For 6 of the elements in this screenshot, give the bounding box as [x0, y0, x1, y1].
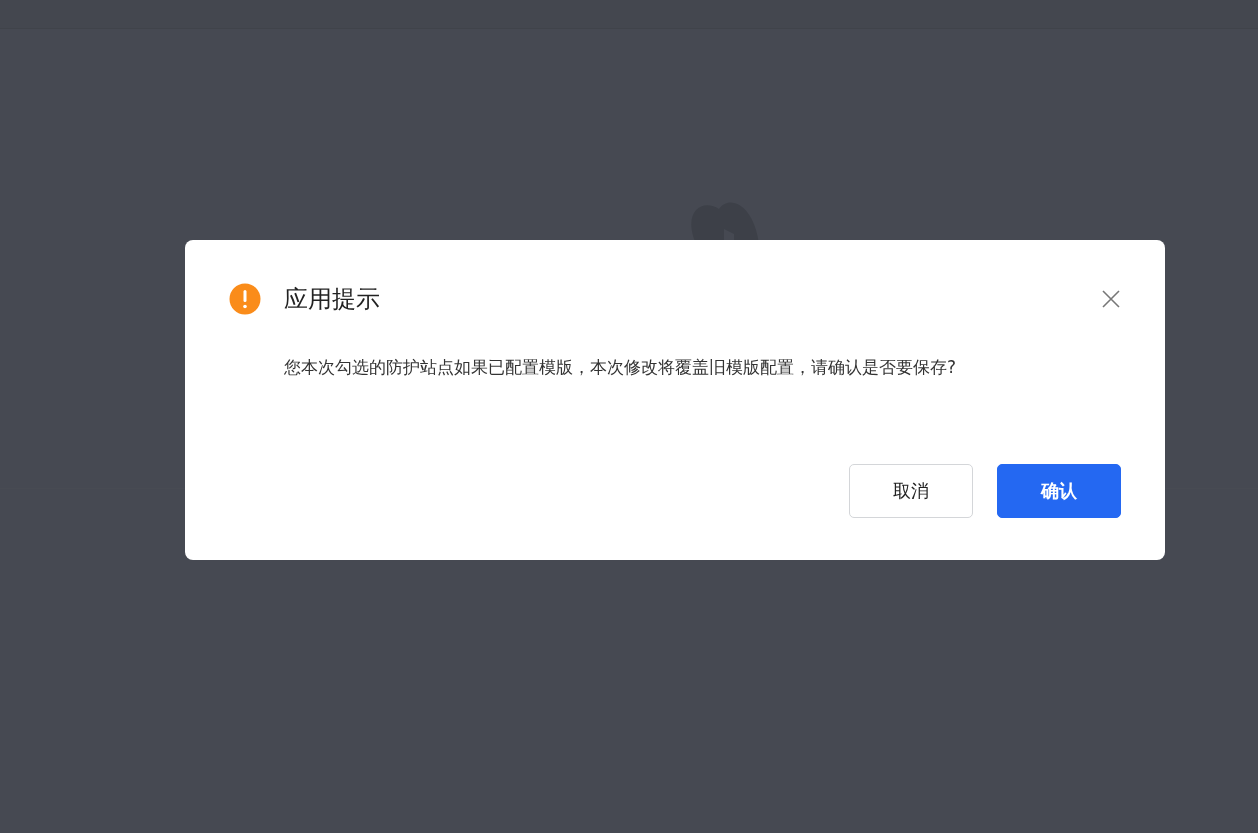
close-icon[interactable]: [1101, 289, 1121, 309]
dialog-title: 应用提示: [284, 284, 381, 315]
confirm-button[interactable]: 确认: [997, 464, 1121, 518]
dialog-message: 您本次勾选的防护站点如果已配置模版，本次修改将覆盖旧模版配置，请确认是否要保存?: [284, 356, 958, 379]
cancel-button[interactable]: 取消: [849, 464, 973, 518]
warning-icon: [229, 283, 261, 315]
